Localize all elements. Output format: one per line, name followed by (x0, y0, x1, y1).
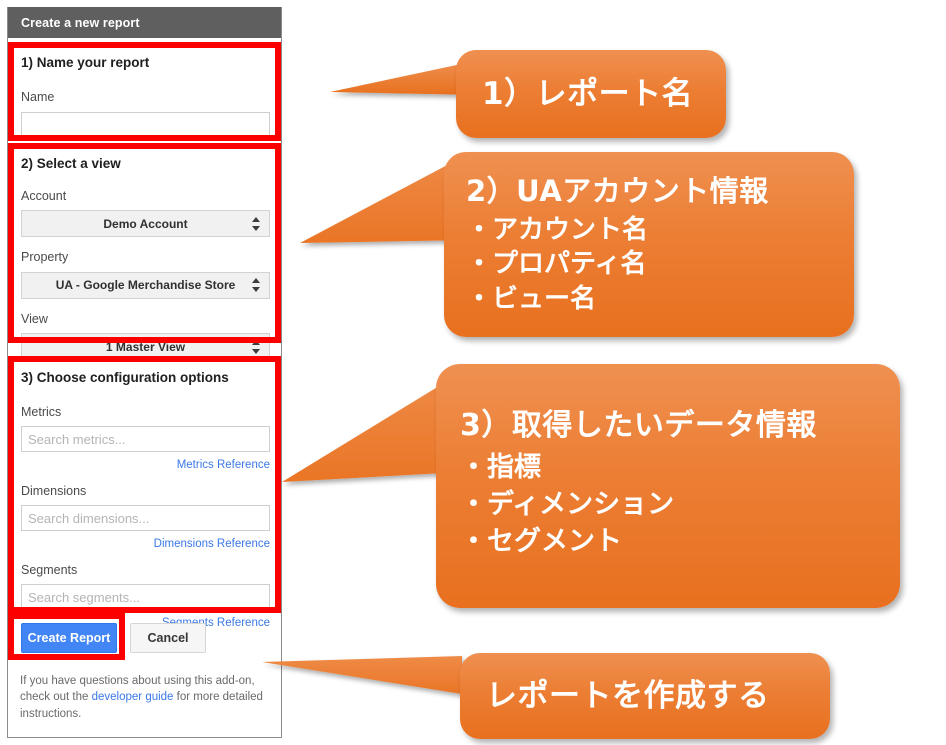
developer-guide-link[interactable]: developer guide (92, 691, 174, 703)
callout-2-item-1: ・プロパティ名 (466, 249, 647, 280)
metrics-search-input[interactable] (21, 426, 270, 452)
callout-4-title: レポートを作成する (486, 677, 770, 714)
property-select-value: UA - Google Merchandise Store (55, 278, 236, 292)
callout-3-item-1: ・ディメンション (460, 489, 675, 521)
callout-3: 3）取得したいデータ情報 ・指標 ・ディメンション ・セグメント (436, 364, 900, 608)
name-field-label: Name (21, 89, 55, 104)
segments-search-input[interactable] (21, 584, 270, 610)
section-3-heading: 3) Choose configuration options (21, 370, 229, 385)
section-name-your-report: 1) Name your report Name (21, 56, 270, 138)
callout-2-item-0: ・アカウント名 (466, 214, 649, 245)
callout-2-title: 2）UAアカウント情報 (466, 173, 769, 208)
spinner-arrows-icon (251, 339, 260, 354)
callout-3-item-0: ・指標 (460, 452, 541, 484)
dimensions-field-label: Dimensions (21, 483, 87, 498)
panel-header: Create a new report (8, 7, 281, 38)
footer-help-text: If you have questions about using this a… (20, 673, 272, 722)
report-name-input[interactable] (21, 112, 270, 138)
callout-3-title: 3）取得したいデータ情報 (460, 407, 817, 443)
metrics-reference-link[interactable]: Metrics Reference (21, 459, 270, 472)
account-select-value: Demo Account (103, 216, 188, 231)
callout-4: レポートを作成する (460, 653, 830, 739)
section-configuration-options: 3) Choose configuration options Metrics … (21, 371, 270, 630)
spinner-arrows-icon (251, 278, 260, 292)
dimensions-reference-link[interactable]: Dimensions Reference (21, 538, 270, 551)
view-select[interactable]: 1 Master View (21, 333, 270, 360)
view-select-value: 1 Master View (105, 339, 186, 354)
create-report-button[interactable]: Create Report (21, 623, 117, 653)
callout-2: 2）UAアカウント情報 ・アカウント名 ・プロパティ名 ・ビュー名 (444, 152, 854, 337)
callout-2-item-2: ・ビュー名 (466, 283, 597, 314)
callout-1: 1）レポート名 (456, 50, 726, 138)
property-select[interactable]: UA - Google Merchandise Store (21, 271, 270, 299)
segments-field-label: Segments (21, 562, 78, 577)
section-1-heading: 1) Name your report (21, 55, 150, 70)
action-button-row: Create Report Cancel (21, 623, 206, 653)
dimensions-search-input[interactable] (21, 505, 270, 531)
view-field-label: View (21, 311, 48, 326)
section-select-a-view: 2) Select a view Account Demo Account Pr… (21, 157, 270, 360)
addon-sidebar-panel: Create a new report 1) Name your report … (7, 7, 282, 738)
section-2-heading: 2) Select a view (21, 156, 121, 171)
account-select[interactable]: Demo Account (21, 210, 270, 237)
spinner-arrows-icon (251, 216, 260, 231)
metrics-field-label: Metrics (21, 404, 62, 419)
property-field-label: Property (21, 250, 69, 264)
cancel-button[interactable]: Cancel (130, 623, 206, 653)
callout-3-item-2: ・セグメント (460, 526, 622, 558)
panel-title: Create a new report (21, 15, 140, 30)
callout-4-tail (262, 656, 462, 694)
account-field-label: Account (21, 188, 67, 203)
callout-1-title: 1）レポート名 (482, 75, 694, 112)
